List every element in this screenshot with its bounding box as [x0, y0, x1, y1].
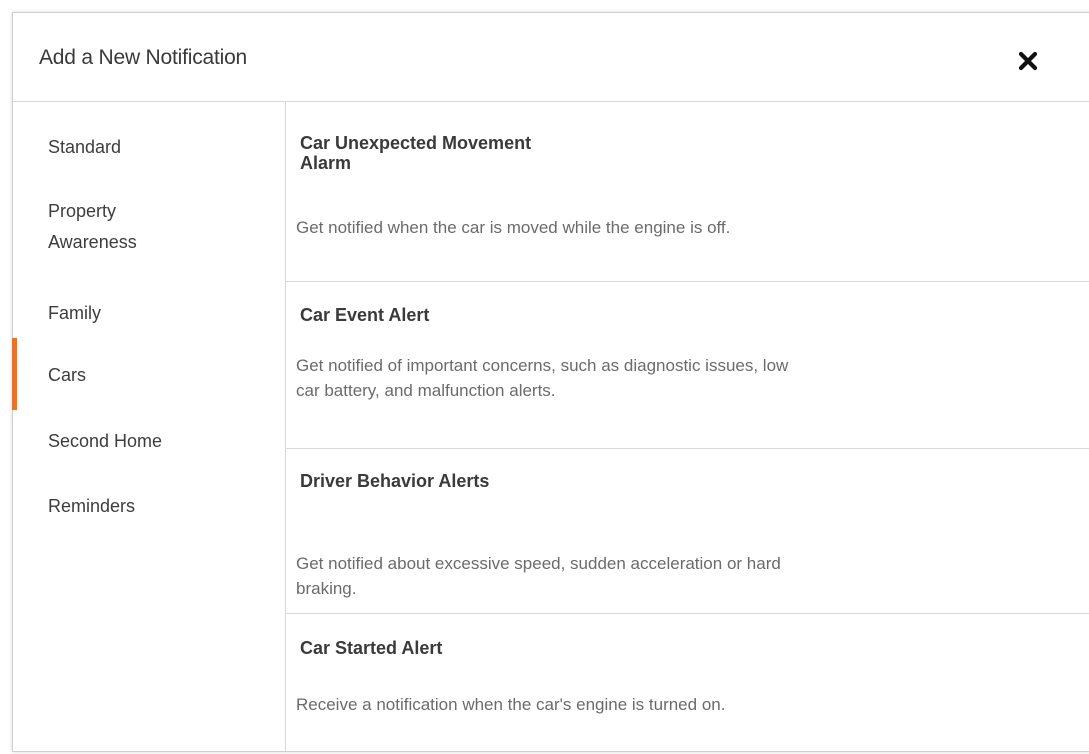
close-icon	[1018, 51, 1038, 71]
notification-card-car-event-alert[interactable]: Car Event Alert Get notified of importan…	[286, 282, 1089, 448]
sidebar-item-label: Cars	[48, 365, 87, 385]
active-category-indicator	[12, 338, 17, 410]
dialog-header: Add a New Notification	[13, 13, 1089, 102]
notification-card-car-started[interactable]: Car Started Alert Receive a notification…	[286, 614, 1089, 754]
notification-title: Driver Behavior Alerts	[300, 471, 490, 491]
sidebar-item-second-home[interactable]: Second Home	[48, 426, 162, 457]
notification-card-car-unexpected-movement[interactable]: Car Unexpected Movement Alarm Get notifi…	[286, 102, 1089, 281]
notification-description: Get notified when the car is moved while…	[296, 218, 731, 237]
sidebar-item-reminders[interactable]: Reminders	[48, 491, 135, 522]
notification-list: Car Unexpected Movement Alarm Get notifi…	[286, 102, 1089, 751]
sidebar-item-label: Second Home	[48, 431, 163, 451]
sidebar-item-label: Reminders	[48, 496, 136, 516]
notification-description: Get notified of important concerns, such…	[296, 356, 789, 400]
add-notification-dialog: Add a New Notification Standard Property…	[12, 12, 1089, 752]
notification-description: Receive a notification when the car's en…	[296, 695, 726, 714]
notification-title: Car Started Alert	[300, 638, 443, 658]
dialog-title: Add a New Notification	[39, 46, 248, 69]
sidebar-item-label: Family	[48, 303, 101, 323]
notification-card-driver-behavior[interactable]: Driver Behavior Alerts Get notified abou…	[286, 449, 1089, 613]
notification-title: Car Unexpected Movement Alarm	[300, 133, 532, 173]
close-button[interactable]	[1016, 49, 1040, 73]
sidebar-item-cars[interactable]: Cars	[48, 360, 86, 391]
sidebar-item-label: Standard	[48, 137, 122, 157]
sidebar-item-standard[interactable]: Standard	[48, 132, 121, 163]
sidebar-item-label: Property Awareness	[48, 201, 137, 252]
sidebar-item-family[interactable]: Family	[48, 298, 101, 329]
sidebar-item-property-awareness[interactable]: Property Awareness	[48, 196, 198, 258]
notification-title: Car Event Alert	[300, 305, 430, 325]
category-sidebar: Standard Property Awareness Family Cars …	[12, 102, 286, 751]
notification-description: Get notified about excessive speed, sudd…	[296, 554, 781, 598]
